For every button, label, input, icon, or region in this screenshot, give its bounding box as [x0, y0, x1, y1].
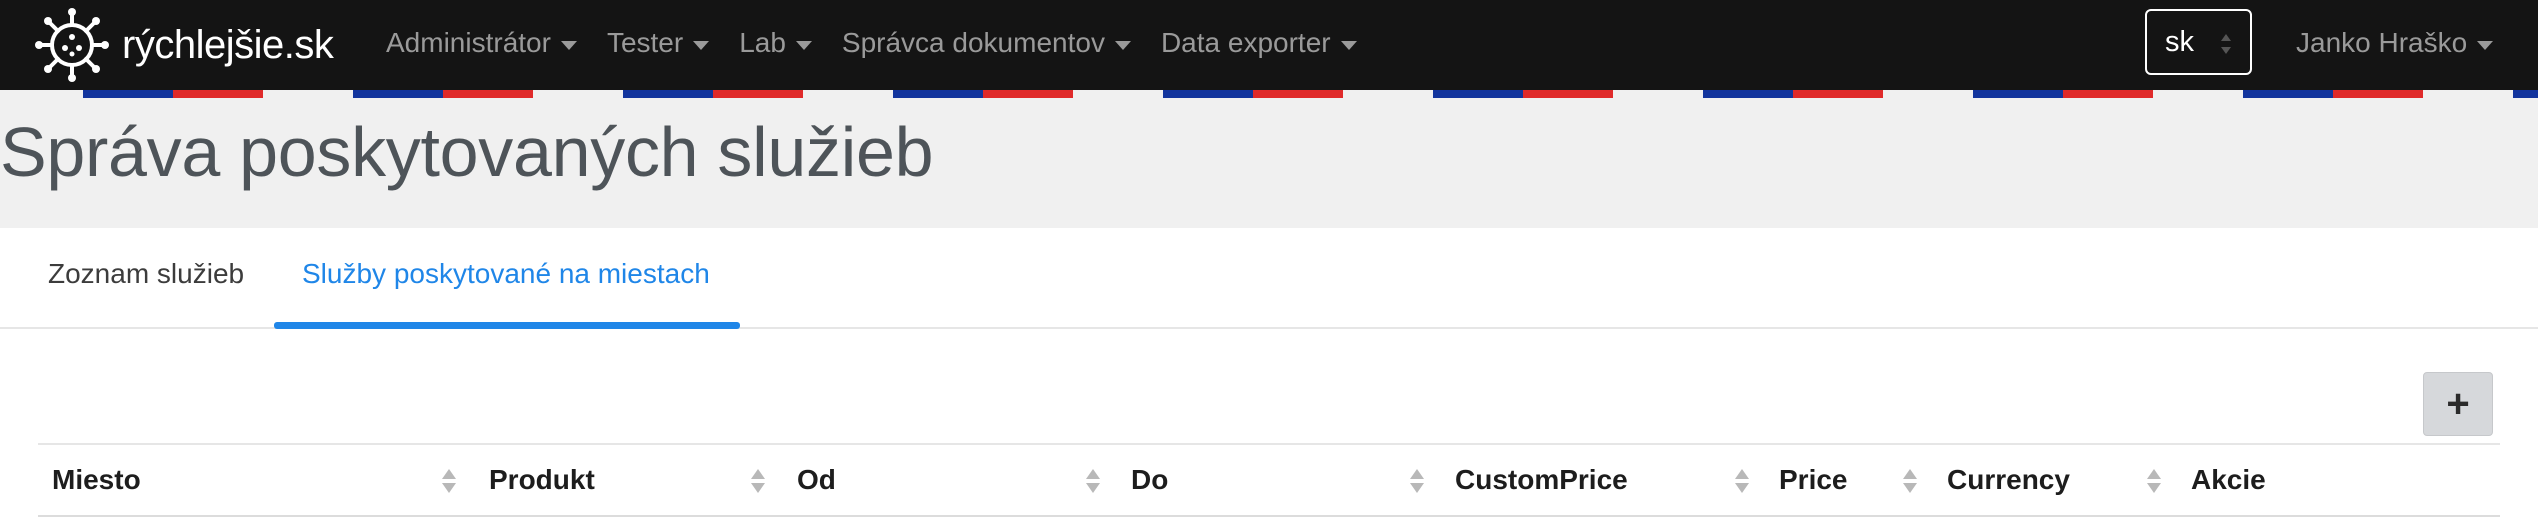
plus-icon: + [2446, 382, 2470, 426]
sort-icon[interactable] [1902, 468, 1918, 494]
column-label: Currency [1947, 464, 2070, 495]
tab-services-list[interactable]: Zoznam služieb [48, 258, 244, 290]
column-label: CustomPrice [1455, 464, 1628, 495]
tab-bar: Zoznam služieb Služby poskytované na mie… [0, 228, 2538, 329]
caret-down-icon [795, 40, 812, 50]
user-menu[interactable]: Janko Hraško [2296, 0, 2494, 86]
menu-tester[interactable]: Tester [606, 27, 710, 59]
menu-administrator[interactable]: Administrátor [386, 27, 577, 59]
column-label: Do [1131, 464, 1169, 495]
user-name: Janko Hraško [2296, 27, 2468, 58]
menu-item-label: Administrátor [386, 27, 551, 58]
column-label: Miesto [52, 464, 141, 495]
top-navbar: rýchlejšie.sk Administrátor Tester Lab S… [0, 0, 2538, 90]
caret-down-icon [1114, 40, 1131, 50]
select-arrows-icon [2221, 34, 2231, 54]
caret-down-icon [2477, 40, 2494, 50]
add-button[interactable]: + [2423, 372, 2493, 436]
column-header-miesto[interactable]: Miesto [52, 445, 141, 515]
sort-icon[interactable] [750, 468, 766, 494]
column-header-currency[interactable]: Currency [1947, 445, 2070, 515]
sort-icon[interactable] [441, 468, 457, 494]
virus-logo-icon [35, 8, 109, 82]
table-header: Miesto Produkt Od Do CustomPrice Price C… [38, 443, 2500, 517]
column-header-akcie: Akcie [2191, 445, 2266, 515]
flag-stripe [0, 90, 2538, 98]
menu-lab[interactable]: Lab [739, 27, 812, 59]
caret-down-icon [1340, 40, 1357, 50]
column-label: Price [1779, 464, 1848, 495]
caret-down-icon [693, 40, 710, 50]
caret-down-icon [560, 40, 577, 50]
column-header-price[interactable]: Price [1779, 445, 1848, 515]
sort-icon[interactable] [2146, 468, 2162, 494]
column-header-customprice[interactable]: CustomPrice [1455, 445, 1628, 515]
services-card: Zoznam služieb Služby poskytované na mie… [0, 228, 2538, 526]
language-value: sk [2165, 25, 2194, 58]
menu-item-label: Správca dokumentov [841, 27, 1105, 58]
menu-data-exporter[interactable]: Data exporter [1161, 27, 1357, 59]
tab-services-at-locations[interactable]: Služby poskytované na miestach [302, 258, 710, 290]
sort-icon[interactable] [1409, 468, 1425, 494]
sort-icon[interactable] [1085, 468, 1101, 494]
column-header-produkt[interactable]: Produkt [489, 445, 595, 515]
menu-document-manager[interactable]: Správca dokumentov [842, 27, 1131, 59]
language-select[interactable]: sk [2145, 9, 2252, 75]
column-label: Od [797, 464, 836, 495]
brand-link[interactable]: rýchlejšie.sk [34, 6, 334, 84]
column-header-od[interactable]: Od [797, 445, 836, 515]
main-menu: Administrátor Tester Lab Správca dokumen… [386, 0, 1387, 86]
column-label: Akcie [2191, 464, 2266, 495]
menu-item-label: Lab [739, 27, 786, 58]
brand-name: rýchlejšie.sk [122, 22, 334, 67]
page-title: Správa poskytovaných služieb [0, 113, 934, 191]
column-header-do[interactable]: Do [1131, 445, 1168, 515]
sort-icon[interactable] [1734, 468, 1750, 494]
menu-item-label: Tester [606, 27, 684, 58]
column-label: Produkt [489, 464, 595, 495]
active-tab-indicator [274, 322, 740, 329]
menu-item-label: Data exporter [1160, 27, 1331, 58]
